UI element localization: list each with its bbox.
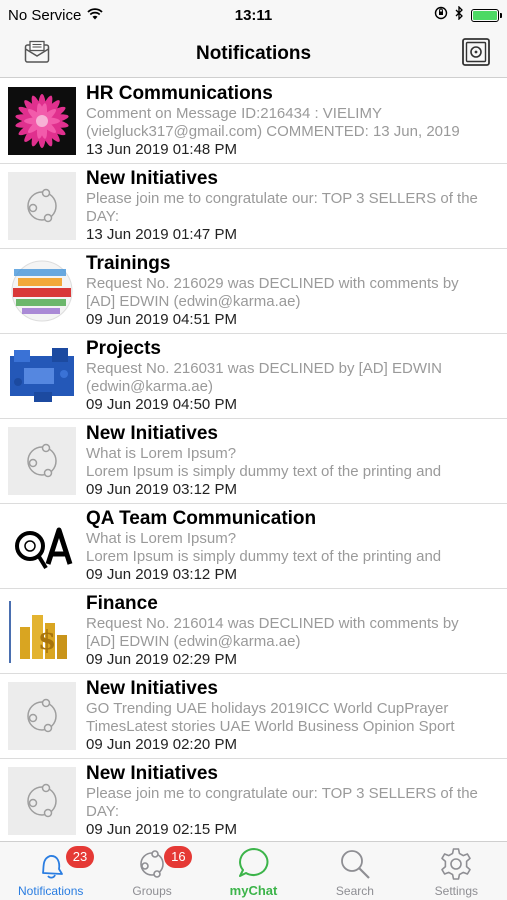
status-time: 13:11	[234, 6, 273, 24]
tab-mychat[interactable]: myChat	[203, 842, 304, 900]
page-title: Notifications	[195, 42, 312, 64]
notification-body: Comment on Message ID:216434 : VIELIMY (…	[86, 105, 460, 140]
notification-body: What is Lorem Ipsum? Lorem Ipsum is simp…	[86, 530, 442, 565]
inbox-icon	[24, 40, 50, 69]
notification-date: 09 Jun 2019 02:20 PM	[86, 736, 237, 753]
bluetooth-icon	[455, 5, 464, 24]
safe-icon	[462, 37, 490, 71]
notification-list[interactable]: HR Communications Comment on Message ID:…	[0, 79, 507, 841]
notification-date: 13 Jun 2019 01:47 PM	[86, 226, 237, 243]
notification-date: 09 Jun 2019 03:12 PM	[86, 481, 237, 498]
notification-body: Request No. 216014 was DECLINED with com…	[86, 615, 459, 650]
notification-body: GO Trending UAE holidays 2019ICC World C…	[86, 700, 455, 735]
notifications-badge: 23	[66, 846, 94, 868]
notification-title: Finance	[86, 593, 158, 614]
tab-label: myChat	[229, 883, 278, 898]
tab-label: Notifications	[18, 884, 84, 898]
notification-date: 09 Jun 2019 02:15 PM	[86, 821, 237, 838]
notification-title: New Initiatives	[86, 678, 218, 699]
notification-body: What is Lorem Ipsum? Lorem Ipsum is simp…	[86, 445, 442, 480]
notification-date: 09 Jun 2019 04:51 PM	[86, 311, 237, 328]
notification-row[interactable]: Projects Request No. 216031 was DECLINED…	[0, 334, 507, 419]
tab-bar: 23 Notifications 16 Groups myChat Search…	[0, 841, 507, 900]
notification-row[interactable]: New Initiatives GO Trending UAE holidays…	[0, 674, 507, 759]
notification-row[interactable]: New Initiatives Please join me to congra…	[0, 164, 507, 249]
tab-settings[interactable]: Settings	[406, 842, 507, 900]
notification-title: QA Team Communication	[86, 508, 317, 529]
notification-title: Projects	[86, 338, 161, 359]
tab-notifications[interactable]: 23 Notifications	[0, 842, 101, 900]
puzzle-project-thumbnail	[8, 342, 76, 410]
pink-flower-thumbnail	[8, 87, 76, 155]
notification-title: New Initiatives	[86, 763, 218, 784]
notification-row[interactable]: HR Communications Comment on Message ID:…	[0, 79, 507, 164]
notification-date: 09 Jun 2019 04:50 PM	[86, 396, 237, 413]
notification-row[interactable]: QA Team Communication What is Lorem Ipsu…	[0, 504, 507, 589]
svg-text:$: $	[38, 626, 56, 656]
inbox-button[interactable]	[22, 39, 52, 69]
share-icon	[8, 427, 76, 495]
nav-bar: Notifications	[0, 30, 507, 78]
bell-icon	[31, 846, 71, 882]
notification-body: Request No. 216029 was DECLINED with com…	[86, 275, 459, 310]
notification-title: HR Communications	[86, 83, 273, 104]
tab-search[interactable]: Search	[304, 842, 405, 900]
notification-date: 13 Jun 2019 01:48 PM	[86, 141, 237, 158]
notification-body: Please join me to congratulate our: TOP …	[86, 785, 478, 820]
notification-title: New Initiatives	[86, 423, 218, 444]
gold-coins-thumbnail: $	[8, 597, 76, 665]
orientation-lock-icon	[434, 6, 448, 24]
wifi-icon	[87, 7, 103, 24]
notification-row[interactable]: $ Finance Request No. 216014 was DECLINE…	[0, 589, 507, 674]
safe-button[interactable]	[461, 37, 491, 71]
search-icon	[335, 846, 375, 882]
gear-icon	[436, 846, 476, 882]
share-icon	[8, 682, 76, 750]
notification-title: New Initiatives	[86, 168, 218, 189]
carrier-label: No Service	[8, 6, 82, 24]
notification-title: Trainings	[86, 253, 171, 274]
notification-body: Please join me to congratulate our: TOP …	[86, 190, 478, 225]
notification-row[interactable]: Trainings Request No. 216029 was DECLINE…	[0, 249, 507, 334]
notification-date: 09 Jun 2019 03:12 PM	[86, 566, 237, 583]
notification-row[interactable]: New Initiatives What is Lorem Ipsum? Lor…	[0, 419, 507, 504]
share-icon	[8, 767, 76, 835]
notification-body: Request No. 216031 was DECLINED by [AD] …	[86, 360, 442, 395]
tab-label: Search	[335, 884, 374, 898]
tab-groups[interactable]: 16 Groups	[101, 842, 202, 900]
tab-label: Settings	[434, 884, 478, 898]
notification-row[interactable]: New Initiatives Please join me to congra…	[0, 759, 507, 841]
status-bar: No Service 13:11	[0, 0, 507, 30]
share-icon	[8, 172, 76, 240]
groups-badge: 16	[164, 846, 193, 868]
notification-date: 09 Jun 2019 02:29 PM	[86, 651, 237, 668]
tab-label: Groups	[132, 884, 172, 898]
chat-bubble-icon	[234, 845, 274, 881]
training-word-ball-thumbnail	[8, 257, 76, 325]
qa-logo	[8, 512, 76, 580]
battery-icon	[471, 8, 502, 22]
